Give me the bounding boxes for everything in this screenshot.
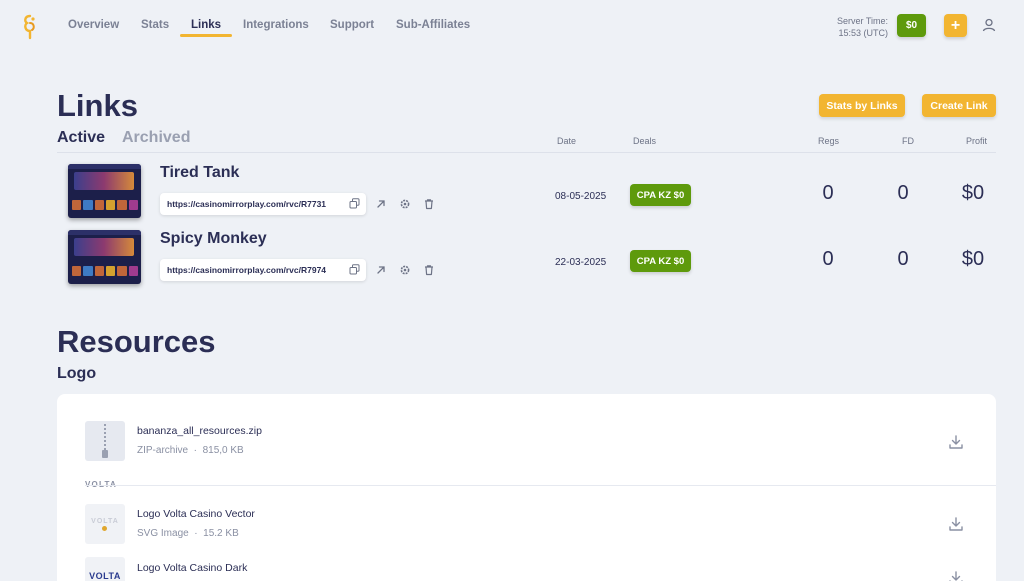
tab-active[interactable]: Active — [57, 129, 105, 147]
tab-archived[interactable]: Archived — [122, 129, 190, 147]
trash-icon[interactable] — [423, 198, 435, 210]
copy-icon[interactable] — [349, 198, 360, 209]
resources-subtitle: Logo — [57, 365, 97, 382]
logo-thumbnail-text: VOLTA — [89, 571, 121, 581]
file-type: SVG Image — [137, 528, 189, 539]
file-size: 15.2 KB — [203, 528, 239, 539]
fd-value: 0 — [897, 248, 909, 270]
active-nav-indicator — [180, 34, 232, 37]
file-name: Logo Volta Casino Dark — [137, 562, 248, 574]
group-divider — [85, 485, 996, 486]
trash-icon[interactable] — [423, 264, 435, 276]
link-url-field[interactable]: https://casinomirrorplay.com/rvc/R7974 — [160, 259, 366, 281]
profit-value: $0 — [961, 248, 985, 270]
meta-separator: · — [190, 445, 200, 456]
logo-thumbnail: VOLTA — [85, 557, 125, 581]
column-header-date: Date — [557, 136, 577, 146]
link-name: Spicy Monkey — [160, 230, 267, 247]
logo-thumbnail: VOLTA — [85, 504, 125, 544]
gear-icon[interactable] — [399, 198, 411, 210]
regs-value: 0 — [822, 182, 834, 204]
zip-file-icon — [85, 421, 125, 461]
arrow-up-right-icon[interactable] — [375, 264, 387, 276]
download-icon[interactable] — [948, 570, 964, 581]
link-url: https://casinomirrorplay.com/rvc/R7731 — [167, 199, 327, 209]
stats-by-links-button[interactable]: Stats by Links — [819, 94, 905, 117]
download-icon[interactable] — [948, 516, 964, 532]
file-meta: ZIP-archive · 815,0 KB — [137, 445, 244, 456]
nav-support[interactable]: Support — [330, 19, 374, 31]
nav-integrations[interactable]: Integrations — [243, 19, 309, 31]
link-row: Spicy Monkey https://casinomirrorplay.co… — [57, 230, 996, 296]
resources-card: bananza_all_resources.zip ZIP-archive · … — [57, 394, 996, 581]
logo-thumbnail-text: VOLTA — [91, 518, 119, 525]
link-date: 08-05-2025 — [555, 191, 607, 202]
file-meta: SVG Image · 15.2 KB — [137, 528, 239, 539]
link-date: 22-03-2025 — [555, 257, 607, 268]
column-header-regs: Regs — [818, 136, 840, 146]
balance-button[interactable]: $0 — [897, 14, 926, 37]
top-navigation: Overview Stats Links Integrations Suppor… — [0, 0, 1024, 52]
file-name: Logo Volta Casino Vector — [137, 508, 255, 520]
copy-icon[interactable] — [349, 264, 360, 275]
column-header-profit: Profit — [966, 136, 988, 146]
server-time-value: 15:53 (UTC) — [838, 28, 888, 38]
file-type: ZIP-archive — [137, 445, 189, 456]
nav-overview[interactable]: Overview — [68, 19, 119, 31]
link-url-field[interactable]: https://casinomirrorplay.com/rvc/R7731 — [160, 193, 366, 215]
server-time: Server Time: 15:53 (UTC) — [837, 15, 888, 39]
server-time-label: Server Time: — [836, 16, 888, 26]
regs-value: 0 — [822, 248, 834, 270]
meta-separator: · — [191, 528, 201, 539]
nav-sub-affiliates[interactable]: Sub-Affiliates — [396, 19, 470, 31]
gear-icon[interactable] — [399, 264, 411, 276]
add-button[interactable]: + — [944, 14, 967, 37]
column-header-fd: FD — [902, 136, 914, 146]
fd-value: 0 — [897, 182, 909, 204]
brand-logo-icon[interactable] — [21, 14, 39, 40]
nav-stats[interactable]: Stats — [141, 19, 169, 31]
link-url: https://casinomirrorplay.com/rvc/R7974 — [167, 265, 327, 275]
resources-title: Resources — [57, 324, 216, 359]
link-thumbnail — [68, 164, 141, 218]
download-icon[interactable] — [948, 434, 964, 450]
arrow-up-right-icon[interactable] — [375, 198, 387, 210]
deal-badge[interactable]: CPA KZ $0 — [630, 250, 691, 272]
header-divider — [57, 152, 996, 153]
link-row: Tired Tank https://casinomirrorplay.com/… — [57, 164, 996, 230]
nav-links[interactable]: Links — [191, 19, 221, 31]
user-icon[interactable] — [982, 18, 996, 32]
link-name: Tired Tank — [160, 164, 240, 181]
page-title: Links — [57, 88, 138, 123]
link-thumbnail — [68, 230, 141, 284]
column-header-deals: Deals — [633, 136, 657, 146]
file-name: bananza_all_resources.zip — [137, 425, 262, 437]
profit-value: $0 — [961, 182, 985, 204]
deal-badge[interactable]: CPA KZ $0 — [630, 184, 691, 206]
create-link-button[interactable]: Create Link — [922, 94, 996, 117]
file-size: 815,0 KB — [202, 445, 244, 456]
